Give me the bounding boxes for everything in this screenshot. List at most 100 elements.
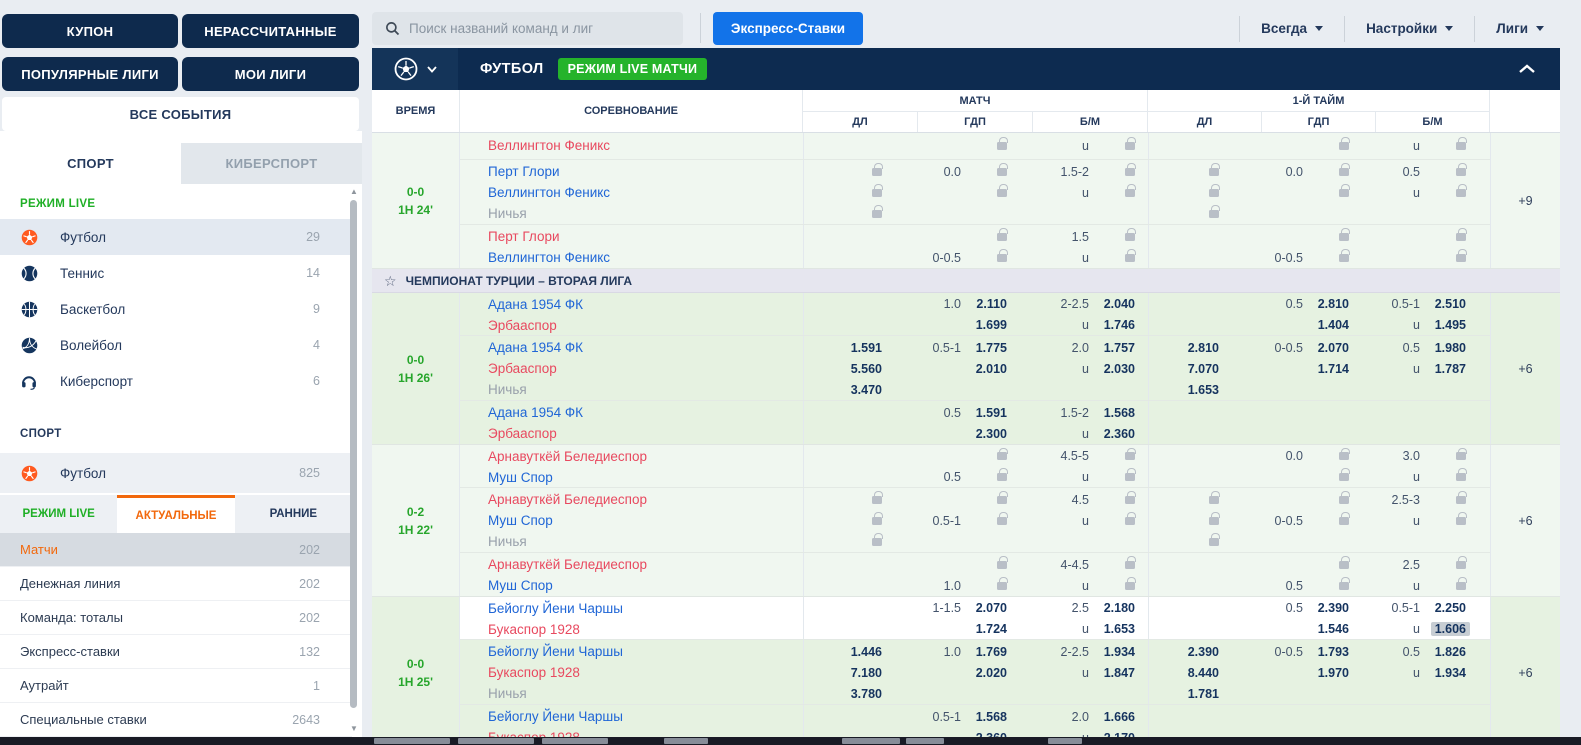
star-icon[interactable]: ☆ bbox=[384, 274, 397, 288]
odds-line[interactable]: 7.180 bbox=[804, 662, 918, 683]
odds-line[interactable]: 0.5-12.250 bbox=[1377, 598, 1490, 619]
odds-line[interactable]: 1.653 bbox=[1149, 379, 1265, 400]
express-bets-button[interactable]: Экспресс-Ставки bbox=[713, 12, 863, 45]
odds-line[interactable]: 0.52.390 bbox=[1265, 598, 1377, 619]
odds-line[interactable]: 7.070 bbox=[1149, 358, 1265, 379]
match-row[interactable]: Арнавуткёй БеледиеспорМуш Спор1.04-4.5u0… bbox=[460, 553, 1490, 596]
odds-line[interactable]: u1.787 bbox=[1377, 358, 1490, 379]
more-markets-button[interactable]: +6 bbox=[1490, 445, 1560, 596]
tab-esport[interactable]: КИБЕРСПОРТ bbox=[181, 143, 362, 184]
odds-line[interactable]: 1.724 bbox=[918, 619, 1035, 640]
odds-line[interactable]: 1.781 bbox=[1149, 683, 1265, 704]
odds-line[interactable]: 2.010 bbox=[918, 358, 1035, 379]
match-row[interactable]: Адана 1954 ФКЭрбааспор0.51.5912.3001.5-2… bbox=[460, 401, 1490, 444]
scroll-down-icon[interactable]: ▼ bbox=[349, 725, 359, 733]
leagues-dropdown[interactable]: Лиги bbox=[1475, 21, 1565, 36]
odds-line[interactable]: 2.020 bbox=[918, 662, 1035, 683]
market-filter-item[interactable]: Команда: тоталы202 bbox=[0, 601, 352, 635]
odds-line[interactable]: 1.591 bbox=[804, 337, 918, 358]
odds-line[interactable]: u2.170 bbox=[1035, 727, 1148, 737]
odds-line[interactable]: 2.360 bbox=[918, 727, 1035, 737]
match-row[interactable]: Перт ГлориВеллингтон Феникс0-0.51.5u0-0.… bbox=[460, 225, 1490, 268]
sidebar-item-tennis[interactable]: Теннис14 bbox=[0, 255, 352, 291]
coupon-button[interactable]: КУПОН bbox=[2, 14, 178, 48]
odds-line[interactable]: 1-1.52.070 bbox=[918, 598, 1035, 619]
sidebar-item-volleyball[interactable]: Волейбол4 bbox=[0, 327, 352, 363]
odds-line[interactable]: 2.52.180 bbox=[1035, 598, 1148, 619]
my-leagues-button[interactable]: МОИ ЛИГИ bbox=[182, 57, 359, 91]
scrollbar-thumb[interactable] bbox=[350, 200, 357, 708]
odds-line[interactable]: 0.51.826 bbox=[1377, 641, 1490, 662]
odds-line[interactable]: 1.970 bbox=[1265, 662, 1377, 683]
odds-line[interactable]: 2.810 bbox=[1149, 337, 1265, 358]
market-filter-item[interactable]: Специальные ставки2643 bbox=[0, 703, 352, 737]
match-row[interactable]: Адана 1954 ФКЭрбааспор1.02.1101.6992-2.5… bbox=[460, 293, 1490, 336]
settings-dropdown[interactable]: Настройки bbox=[1345, 21, 1474, 36]
odds-line[interactable]: 8.440 bbox=[1149, 662, 1265, 683]
odds-line[interactable]: 0-0.51.793 bbox=[1265, 641, 1377, 662]
odds-line[interactable]: u1.934 bbox=[1377, 662, 1490, 683]
odds-line[interactable]: 1.546 bbox=[1265, 619, 1377, 640]
match-row[interactable]: Бейоглу Йени ЧаршыБукаспор 1928Ничья1.44… bbox=[460, 640, 1490, 705]
odds-line[interactable]: u1.606 bbox=[1377, 619, 1490, 640]
odds-line[interactable]: u1.653 bbox=[1035, 619, 1148, 640]
odds-line[interactable]: 0.51.591 bbox=[918, 402, 1035, 423]
odds-line[interactable]: 0.5-12.510 bbox=[1377, 294, 1490, 315]
odds-line[interactable]: 0-0.52.070 bbox=[1265, 337, 1377, 358]
odds-line[interactable]: 2.300 bbox=[918, 423, 1035, 444]
odds-line[interactable]: 1.404 bbox=[1265, 315, 1377, 336]
always-dropdown[interactable]: Всегда bbox=[1240, 21, 1344, 36]
odds-line[interactable]: 0.52.810 bbox=[1265, 294, 1377, 315]
tab-actual[interactable]: АКТУАЛЬНЫЕ bbox=[117, 495, 234, 533]
sidebar-item-football[interactable]: Футбол29 bbox=[0, 219, 352, 255]
unsettled-button[interactable]: НЕРАССЧИТАННЫЕ bbox=[182, 14, 359, 48]
odds-line[interactable]: 0.5-11.568 bbox=[918, 706, 1035, 727]
odds-line[interactable]: 1.446 bbox=[804, 641, 918, 662]
sidebar-item-football-prematch[interactable]: Футбол 825 bbox=[0, 453, 352, 493]
tab-early[interactable]: РАННИЕ bbox=[235, 495, 352, 533]
odds-line[interactable]: 1.5-21.568 bbox=[1035, 402, 1148, 423]
more-markets-button[interactable]: +6 bbox=[1490, 293, 1560, 444]
popular-leagues-button[interactable]: ПОПУЛЯРНЫЕ ЛИГИ bbox=[2, 57, 178, 91]
more-markets-button[interactable]: +9 bbox=[1490, 133, 1560, 268]
sidebar-item-basketball[interactable]: Баскетбол9 bbox=[0, 291, 352, 327]
search-box[interactable] bbox=[372, 12, 683, 45]
odds-line[interactable]: u1.847 bbox=[1035, 662, 1148, 683]
match-row[interactable]: Адана 1954 ФКЭрбааспорНичья1.5915.5603.4… bbox=[460, 336, 1490, 401]
search-input[interactable] bbox=[409, 21, 664, 36]
odds-line[interactable]: 2.01.666 bbox=[1035, 706, 1148, 727]
odds-line[interactable]: u2.030 bbox=[1035, 358, 1148, 379]
odds-line[interactable]: 2.390 bbox=[1149, 641, 1265, 662]
odds-line[interactable]: 2-2.51.934 bbox=[1035, 641, 1148, 662]
collapse-section-button[interactable] bbox=[1518, 64, 1536, 74]
odds-line[interactable]: 5.560 bbox=[804, 358, 918, 379]
market-filter-item[interactable]: Экспресс-ставки132 bbox=[0, 635, 352, 669]
sport-selector[interactable] bbox=[372, 48, 458, 90]
market-filter-item[interactable]: Денежная линия202 bbox=[0, 567, 352, 601]
odds-line[interactable]: 3.780 bbox=[804, 683, 918, 704]
odds-line[interactable]: u1.746 bbox=[1035, 315, 1148, 336]
odds-line[interactable]: 1.699 bbox=[918, 315, 1035, 336]
match-row[interactable]: Перт ГлориВеллингтон ФениксНичья0.01.5-2… bbox=[460, 160, 1490, 225]
odds-line[interactable]: 1.02.110 bbox=[918, 294, 1035, 315]
odds-line[interactable]: u1.495 bbox=[1377, 315, 1490, 336]
odds-line[interactable]: 3.470 bbox=[804, 379, 918, 400]
tab-live-mode[interactable]: РЕЖИМ LIVE bbox=[0, 495, 117, 533]
odds-line[interactable]: 1.714 bbox=[1265, 358, 1377, 379]
all-events-button[interactable]: ВСЕ СОБЫТИЯ bbox=[2, 97, 359, 131]
odds-line[interactable]: u2.360 bbox=[1035, 423, 1148, 444]
match-row[interactable]: Веллингтон Фениксuu bbox=[460, 133, 1490, 160]
scroll-up-icon[interactable]: ▲ bbox=[349, 188, 359, 196]
odds-line[interactable]: 1.01.769 bbox=[918, 641, 1035, 662]
market-filter-item[interactable]: Матчи202 bbox=[0, 533, 352, 567]
tab-sport[interactable]: СПОРТ bbox=[0, 143, 181, 184]
more-markets-button[interactable]: +6 bbox=[1490, 597, 1560, 737]
odds-line[interactable]: 0.5-11.775 bbox=[918, 337, 1035, 358]
sidebar-scrollbar[interactable]: ▲ ▼ bbox=[350, 188, 359, 733]
match-row[interactable]: Бейоглу Йени ЧаршыБукаспор 19281-1.52.07… bbox=[460, 597, 1490, 640]
sidebar-item-esports[interactable]: Киберспорт6 bbox=[0, 363, 352, 399]
match-row[interactable]: Арнавуткёй БеледиеспорМуш СпорНичья0.5-1… bbox=[460, 488, 1490, 553]
match-row[interactable]: Бейоглу Йени ЧаршыБукаспор 19280.5-11.56… bbox=[460, 705, 1490, 737]
match-row[interactable]: Арнавуткёй БеледиеспорМуш Спор0.54.5-5u0… bbox=[460, 445, 1490, 488]
odds-line[interactable]: 2-2.52.040 bbox=[1035, 294, 1148, 315]
